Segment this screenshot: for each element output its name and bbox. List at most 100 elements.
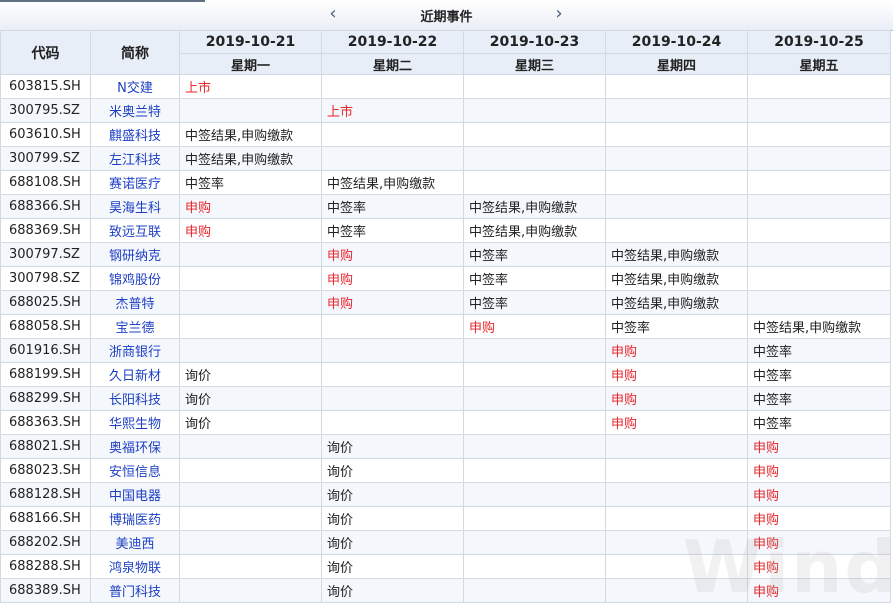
stock-name-link[interactable]: 昊海生科 — [90, 194, 180, 219]
event-cell: 中签率 — [463, 266, 606, 291]
stock-name-link[interactable]: 博瑞医药 — [90, 506, 180, 531]
table-row[interactable]: 688199.SH 久日新材 询价 申购 中签率 — [0, 362, 891, 387]
table-row[interactable]: 300797.SZ 钢研纳克 申购 中签率 中签结果,申购缴款 — [0, 242, 891, 267]
event-cell: 申购 — [179, 194, 322, 219]
event-cell: 询价 — [321, 458, 464, 483]
event-cell: 申购 — [747, 434, 891, 459]
stock-name-link[interactable]: 长阳科技 — [90, 386, 180, 411]
event-cell: 中签结果,申购缴款 — [463, 194, 606, 219]
stock-name-link[interactable]: 普门科技 — [90, 578, 180, 603]
stock-code-cell: 601916.SH — [0, 338, 91, 363]
stock-code-cell: 300797.SZ — [0, 242, 91, 267]
event-cell — [321, 314, 464, 339]
stock-name-link[interactable]: 米奥兰特 — [90, 98, 180, 123]
event-cell: 申购 — [321, 266, 464, 291]
event-cell — [463, 410, 606, 435]
event-cell — [179, 242, 322, 267]
events-table-body: 603815.SH N交建 上市 300795.SZ 米奥兰特 上市 603610.SH 麒盛… — [0, 74, 891, 603]
event-cell — [179, 290, 322, 315]
event-cell: 中签率 — [321, 218, 464, 243]
event-cell — [463, 530, 606, 555]
column-header-code[interactable]: 代码 — [0, 30, 91, 75]
event-cell: 中签结果,申购缴款 — [605, 266, 748, 291]
stock-name-link[interactable]: 钢研纳克 — [90, 242, 180, 267]
stock-name-link[interactable]: 左江科技 — [90, 146, 180, 171]
table-row[interactable]: 300799.SZ 左江科技 中签结果,申购缴款 — [0, 146, 891, 171]
event-cell: 中签结果,申购缴款 — [747, 314, 891, 339]
event-cell — [605, 458, 748, 483]
event-cell: 询价 — [321, 434, 464, 459]
stock-name-link[interactable]: 浙商银行 — [90, 338, 180, 363]
event-cell — [747, 98, 891, 123]
wind-watermark: Wind — [683, 525, 893, 609]
column-header-weekday: 星期二 — [321, 53, 464, 75]
event-cell: 中签率 — [321, 194, 464, 219]
event-cell: 上市 — [179, 74, 322, 99]
events-toolbar: ‹ 近期事件 › — [0, 0, 893, 31]
table-row[interactable]: 688363.SH 华熙生物 询价 申购 中签率 — [0, 410, 891, 435]
stock-code-cell: 688025.SH — [0, 290, 91, 315]
event-cell — [179, 530, 322, 555]
table-row[interactable]: 688299.SH 长阳科技 询价 申购 中签率 — [0, 386, 891, 411]
event-cell — [747, 194, 891, 219]
event-cell — [747, 74, 891, 99]
event-cell — [179, 578, 322, 603]
stock-name-link[interactable]: 安恒信息 — [90, 458, 180, 483]
event-cell — [463, 170, 606, 195]
event-cell: 申购 — [747, 482, 891, 507]
event-cell — [747, 290, 891, 315]
table-row[interactable]: 603610.SH 麒盛科技 中签结果,申购缴款 — [0, 122, 891, 147]
table-row[interactable]: 688058.SH 宝兰德 申购 中签率 中签结果,申购缴款 — [0, 314, 891, 339]
table-row[interactable]: 601916.SH 浙商银行 申购 中签率 — [0, 338, 891, 363]
events-table: 代码 简称 2019-10-21 2019-10-22 2019-10-23 2… — [0, 30, 891, 603]
stock-code-cell: 688023.SH — [0, 458, 91, 483]
stock-name-link[interactable]: 麒盛科技 — [90, 122, 180, 147]
event-cell — [179, 554, 322, 579]
table-row[interactable]: 603815.SH N交建 上市 — [0, 74, 891, 99]
stock-name-link[interactable]: 宝兰德 — [90, 314, 180, 339]
stock-name-link[interactable]: 致远互联 — [90, 218, 180, 243]
table-row[interactable]: 300798.SZ 锦鸡股份 申购 中签率 中签结果,申购缴款 — [0, 266, 891, 291]
chevron-right-icon[interactable]: › — [551, 3, 567, 25]
stock-name-link[interactable]: 久日新材 — [90, 362, 180, 387]
stock-name-link[interactable]: 华熙生物 — [90, 410, 180, 435]
table-row[interactable]: 300795.SZ 米奥兰特 上市 — [0, 98, 891, 123]
event-cell — [463, 554, 606, 579]
stock-name-link[interactable]: 美迪西 — [90, 530, 180, 555]
stock-code-cell: 688288.SH — [0, 554, 91, 579]
stock-name-link[interactable]: 赛诺医疗 — [90, 170, 180, 195]
event-cell — [463, 98, 606, 123]
event-cell — [321, 338, 464, 363]
stock-name-link[interactable]: N交建 — [90, 74, 180, 99]
event-cell: 询价 — [321, 506, 464, 531]
stock-code-cell: 688058.SH — [0, 314, 91, 339]
stock-code-cell: 688128.SH — [0, 482, 91, 507]
column-header-date: 2019-10-22 — [321, 30, 464, 54]
table-row[interactable]: 688369.SH 致远互联 申购 中签率 中签结果,申购缴款 — [0, 218, 891, 243]
table-row[interactable]: 688021.SH 奥福环保 询价 申购 — [0, 434, 891, 459]
event-cell: 询价 — [179, 362, 322, 387]
table-row[interactable]: 688128.SH 中国电器 询价 申购 — [0, 482, 891, 507]
stock-name-link[interactable]: 中国电器 — [90, 482, 180, 507]
event-cell: 询价 — [321, 482, 464, 507]
column-header-name[interactable]: 简称 — [90, 30, 180, 75]
table-row[interactable]: 688025.SH 杰普特 申购 中签率 中签结果,申购缴款 — [0, 290, 891, 315]
table-row[interactable]: 688366.SH 昊海生科 申购 中签率 中签结果,申购缴款 — [0, 194, 891, 219]
event-cell: 中签结果,申购缴款 — [605, 290, 748, 315]
stock-name-link[interactable]: 杰普特 — [90, 290, 180, 315]
stock-name-link[interactable]: 奥福环保 — [90, 434, 180, 459]
event-cell: 中签率 — [179, 170, 322, 195]
column-header-date: 2019-10-21 — [179, 30, 322, 54]
event-cell — [321, 74, 464, 99]
event-cell: 中签结果,申购缴款 — [463, 218, 606, 243]
stock-code-cell: 688021.SH — [0, 434, 91, 459]
event-cell: 申购 — [179, 218, 322, 243]
table-row[interactable]: 688023.SH 安恒信息 询价 申购 — [0, 458, 891, 483]
event-cell: 询价 — [321, 554, 464, 579]
stock-name-link[interactable]: 鸿泉物联 — [90, 554, 180, 579]
table-row[interactable]: 688108.SH 赛诺医疗 中签率 中签结果,申购缴款 — [0, 170, 891, 195]
event-cell — [605, 98, 748, 123]
stock-name-link[interactable]: 锦鸡股份 — [90, 266, 180, 291]
event-cell: 中签率 — [747, 386, 891, 411]
stock-code-cell: 300799.SZ — [0, 146, 91, 171]
